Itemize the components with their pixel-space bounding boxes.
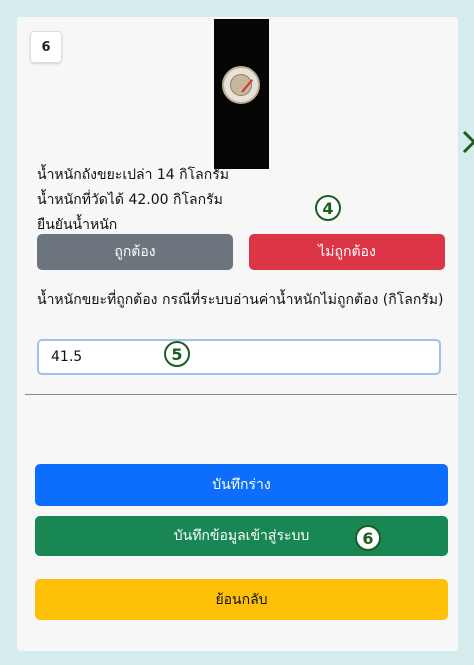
weight-confirmation-card: 6 น้ำหนักถังขยะเปล่า 14 กิโลกรัม น้ำหนัก… — [17, 17, 458, 651]
measured-weight-text: น้ำหนักที่วัดได้ 42.00 กิโลกรัม — [37, 192, 223, 208]
submit-button[interactable]: บันทึกข้อมูลเข้าสู่ระบบ — [35, 516, 448, 556]
step-marker-4: 4 — [315, 195, 341, 221]
correct-button[interactable]: ถูกต้อง — [37, 234, 233, 270]
correct-weight-input[interactable] — [37, 339, 441, 375]
incorrect-button[interactable]: ไม่ถูกต้อง — [249, 234, 445, 270]
scale-dial-icon — [222, 66, 260, 104]
chevron-right-icon — [462, 130, 474, 154]
divider — [25, 394, 457, 395]
back-button[interactable]: ย้อนกลับ — [35, 579, 448, 620]
confirm-weight-label: ยืนยันน้ำหนัก — [37, 217, 118, 233]
step-marker-5: 5 — [164, 341, 190, 367]
step-marker-6: 6 — [355, 525, 381, 551]
bin-weight-text: น้ำหนักถังขยะเปล่า 14 กิโลกรัม — [37, 167, 229, 183]
correct-weight-label: น้ำหนักขยะที่ถูกต้อง กรณีที่ระบบอ่านค่าน… — [37, 292, 444, 308]
scale-photo — [214, 19, 269, 169]
save-draft-button[interactable]: บันทึกร่าง — [35, 464, 448, 506]
photo-number-badge: 6 — [30, 31, 62, 63]
